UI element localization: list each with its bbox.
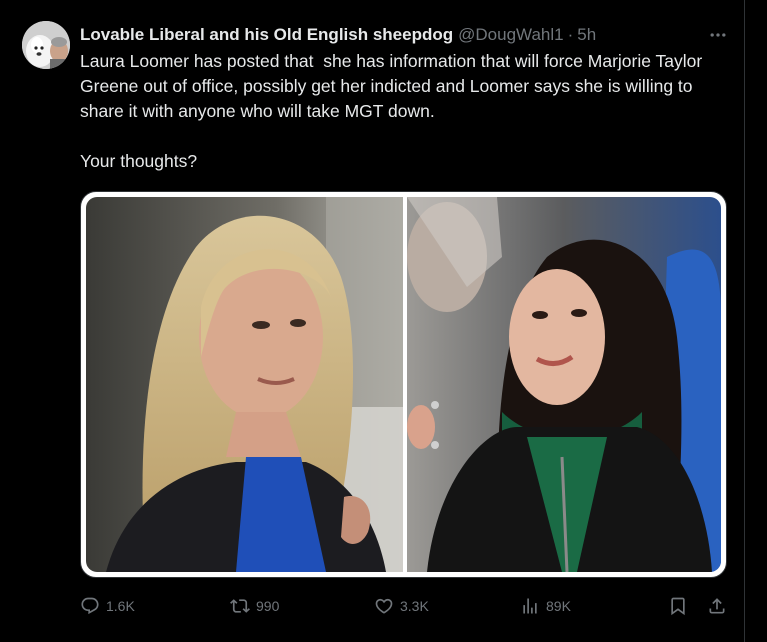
tweet-text: Laura Loomer has posted that she has inf…: [80, 51, 703, 171]
timeline-right-border: [744, 0, 745, 642]
reply-icon: [81, 597, 99, 615]
timestamp[interactable]: 5h: [577, 25, 596, 45]
like-count: 3.3K: [400, 598, 429, 614]
separator-dot: ·: [567, 25, 574, 44]
tweet-card[interactable]: Lovable Liberal and his Old English shee…: [0, 0, 744, 642]
views-button[interactable]: 89K: [520, 594, 571, 618]
tweet-actions: 1.6K 990 3.3K 89K: [80, 594, 732, 618]
more-dots-icon: [710, 33, 726, 37]
media-photo-right[interactable]: [407, 197, 721, 572]
repost-icon: [230, 599, 250, 613]
like-button[interactable]: 3.3K: [374, 594, 429, 618]
photo-woman-dark-hair-icon: [407, 197, 721, 572]
photo-woman-blonde-icon: [86, 197, 403, 572]
share-button[interactable]: [707, 594, 727, 618]
display-name[interactable]: Lovable Liberal and his Old English shee…: [80, 25, 453, 45]
bookmark-icon: [671, 597, 685, 616]
tweet-header: Lovable Liberal and his Old English shee…: [80, 24, 596, 46]
views-count: 89K: [546, 598, 571, 614]
media-photo-left[interactable]: [86, 197, 403, 572]
avatar-image: [22, 21, 70, 69]
views-chart-icon: [523, 598, 537, 614]
reply-count: 1.6K: [106, 598, 135, 614]
bookmark-button[interactable]: [668, 594, 688, 618]
share-icon: [709, 598, 725, 614]
user-handle[interactable]: @DougWahl1: [458, 25, 563, 45]
avatar[interactable]: [22, 21, 70, 69]
heart-icon: [375, 598, 393, 614]
repost-count: 990: [256, 598, 280, 614]
more-options-button[interactable]: [703, 22, 733, 48]
repost-button[interactable]: 990: [230, 594, 279, 618]
tweet-media[interactable]: [80, 191, 727, 578]
reply-button[interactable]: 1.6K: [80, 594, 135, 618]
